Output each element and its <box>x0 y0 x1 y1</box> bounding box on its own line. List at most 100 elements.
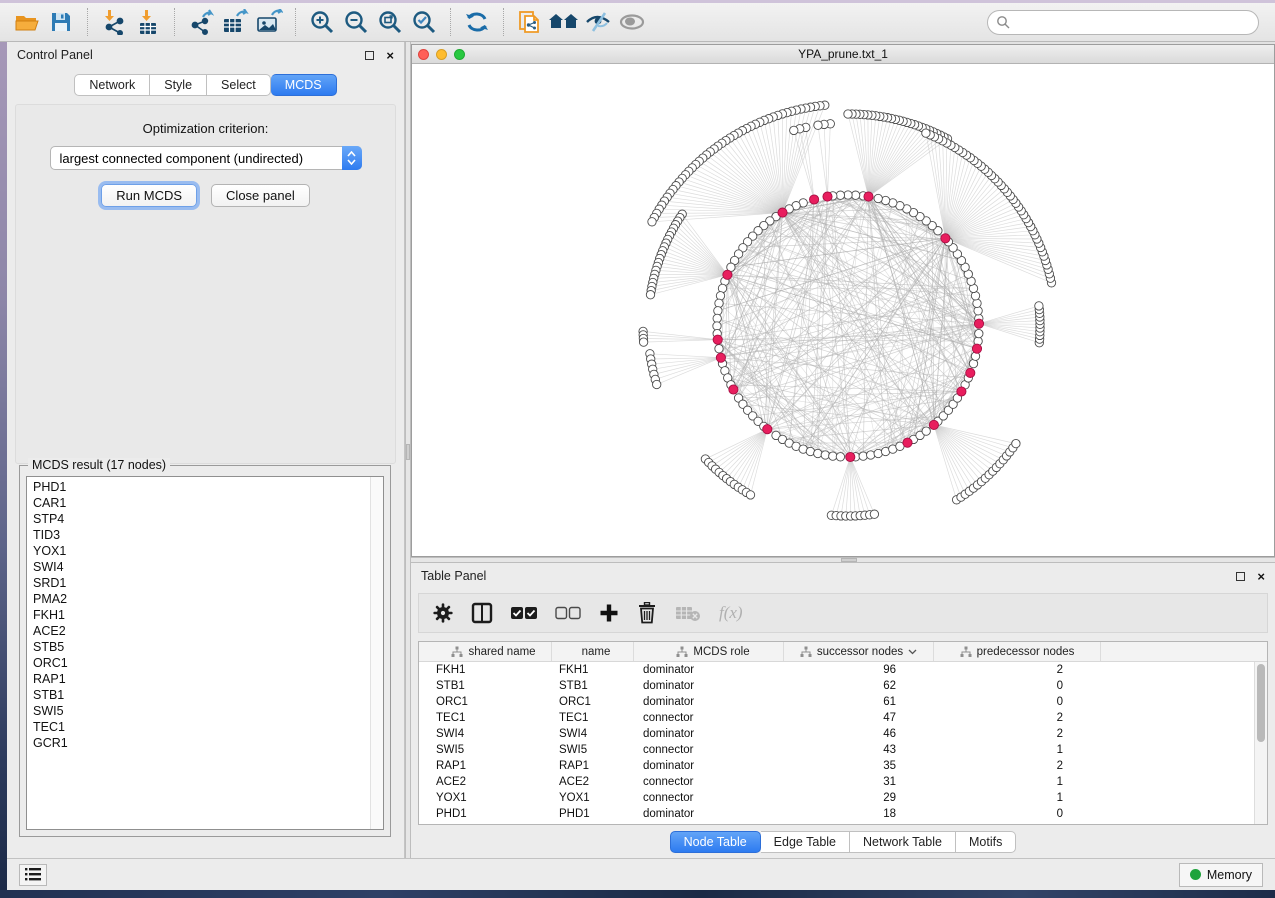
table-toolbar: f(x) <box>418 593 1268 633</box>
delete-row-button[interactable] <box>637 602 657 624</box>
tab-network[interactable]: Network <box>74 74 150 96</box>
table-row[interactable]: YOX1 YOX1 connector 29 1 <box>419 790 1254 806</box>
network-window-titlebar[interactable]: YPA_prune.txt_1 <box>412 45 1274 64</box>
save-session-button[interactable] <box>44 6 78 38</box>
export-image-button[interactable] <box>252 6 286 38</box>
mcds-result-item[interactable]: YOX1 <box>33 543 383 559</box>
mcds-result-item[interactable]: SWI5 <box>33 703 383 719</box>
desktop-wallpaper-bottom <box>0 890 1275 898</box>
column-header-successor-nodes[interactable]: successor nodes <box>784 642 934 661</box>
tab-node-table[interactable]: Node Table <box>670 831 761 853</box>
column-header-predecessor-nodes[interactable]: predecessor nodes <box>934 642 1101 661</box>
table-row[interactable]: SWI5 SWI5 connector 43 1 <box>419 742 1254 758</box>
mcds-result-item[interactable]: PMA2 <box>33 591 383 607</box>
column-header-shared-name[interactable]: shared name <box>419 642 552 661</box>
mcds-result-item[interactable]: RAP1 <box>33 671 383 687</box>
mcds-result-item[interactable]: PHD1 <box>33 479 383 495</box>
import-network-button[interactable] <box>97 6 131 38</box>
tab-select[interactable]: Select <box>207 74 271 96</box>
show-all-button[interactable] <box>615 6 649 38</box>
mcds-result-item[interactable]: TID3 <box>33 527 383 543</box>
search-box[interactable] <box>987 10 1259 35</box>
zoom-selected-button[interactable] <box>407 6 441 38</box>
deselect-all-button[interactable] <box>555 606 581 620</box>
column-namespace-icon <box>960 646 972 658</box>
network-view-window: YPA_prune.txt_1 <box>411 44 1275 557</box>
select-all-button[interactable] <box>511 606 537 620</box>
close-panel-icon[interactable]: × <box>386 49 394 62</box>
network-graph[interactable] <box>412 64 1274 556</box>
tab-mcds[interactable]: MCDS <box>271 74 337 96</box>
column-namespace-icon <box>451 646 463 658</box>
close-panel-button[interactable]: Close panel <box>211 184 310 207</box>
mcds-result-item[interactable]: FKH1 <box>33 607 383 623</box>
import-table-button[interactable] <box>131 6 165 38</box>
column-header-name[interactable]: name <box>552 642 634 661</box>
mcds-result-list[interactable]: PHD1CAR1STP4TID3YOX1SWI4SRD1PMA2FKH1ACE2… <box>26 476 384 830</box>
zoom-in-button[interactable] <box>305 6 339 38</box>
mcds-result-item[interactable]: STP4 <box>33 511 383 527</box>
table-row[interactable]: SWI4 SWI4 dominator 46 2 <box>419 726 1254 742</box>
table-scrollbar-thumb[interactable] <box>1257 664 1265 742</box>
refresh-network-button[interactable] <box>460 6 494 38</box>
search-icon <box>996 15 1011 30</box>
tab-network-table[interactable]: Network Table <box>850 831 956 853</box>
export-table-button[interactable] <box>218 6 252 38</box>
column-namespace-icon <box>676 646 688 658</box>
add-row-button[interactable] <box>599 603 619 623</box>
table-row[interactable]: ORC1 ORC1 dominator 61 0 <box>419 694 1254 710</box>
tab-motifs[interactable]: Motifs <box>956 831 1016 853</box>
open-file-button[interactable] <box>10 6 44 38</box>
column-header-mcds-role[interactable]: MCDS role <box>634 642 784 661</box>
close-panel-icon[interactable]: × <box>1257 570 1265 583</box>
network-canvas[interactable] <box>412 64 1274 556</box>
main-toolbar <box>0 3 1275 42</box>
table-row[interactable]: FKH1 FKH1 dominator 96 2 <box>419 662 1254 678</box>
tab-edge-table[interactable]: Edge Table <box>761 831 850 853</box>
toolbar-separator <box>503 8 504 36</box>
first-neighbors-button[interactable] <box>547 6 581 38</box>
table-row[interactable]: PHD1 PHD1 dominator 18 0 <box>419 806 1254 822</box>
function-builder-button[interactable]: f(x) <box>719 603 743 623</box>
toolbar-separator <box>174 8 175 36</box>
mcds-result-item[interactable]: TEC1 <box>33 719 383 735</box>
task-history-button[interactable] <box>19 864 47 886</box>
control-panel-tabs: Network Style Select MCDS <box>7 74 404 96</box>
show-columns-button[interactable] <box>471 602 493 624</box>
toolbar-separator <box>87 8 88 36</box>
export-network-button[interactable] <box>184 6 218 38</box>
mcds-result-item[interactable]: STB5 <box>33 639 383 655</box>
hide-selected-button[interactable] <box>581 6 615 38</box>
criterion-dropdown[interactable]: largest connected component (undirected) <box>50 146 362 170</box>
zoom-fit-button[interactable] <box>373 6 407 38</box>
float-panel-icon[interactable] <box>365 51 374 60</box>
table-row[interactable]: STB1 STB1 dominator 62 0 <box>419 678 1254 694</box>
network-window-title: YPA_prune.txt_1 <box>412 47 1274 61</box>
desktop-wallpaper-left <box>0 42 7 890</box>
table-row[interactable]: RAP1 RAP1 dominator 35 2 <box>419 758 1254 774</box>
mcds-result-item[interactable]: SRD1 <box>33 575 383 591</box>
column-namespace-icon <box>800 646 812 658</box>
mcds-result-item[interactable]: CAR1 <box>33 495 383 511</box>
mcds-result-item[interactable]: ORC1 <box>33 655 383 671</box>
mcds-list-scrollbar[interactable] <box>370 477 383 829</box>
mcds-result-item[interactable]: STB1 <box>33 687 383 703</box>
mcds-result-item[interactable]: SWI4 <box>33 559 383 575</box>
table-row[interactable]: TEC1 TEC1 connector 47 2 <box>419 710 1254 726</box>
run-mcds-button[interactable]: Run MCDS <box>101 184 197 207</box>
memory-button[interactable]: Memory <box>1179 863 1263 887</box>
table-row[interactable]: ACE2 ACE2 connector 31 1 <box>419 774 1254 790</box>
tab-style[interactable]: Style <box>150 74 207 96</box>
table-settings-button[interactable] <box>433 603 453 623</box>
zoom-out-button[interactable] <box>339 6 373 38</box>
delete-table-button[interactable] <box>675 604 701 622</box>
mcds-result-item[interactable]: GCR1 <box>33 735 383 751</box>
sort-descending-icon <box>908 649 917 655</box>
mcds-result-item[interactable]: ACE2 <box>33 623 383 639</box>
table-scrollbar[interactable] <box>1254 662 1267 824</box>
search-input[interactable] <box>1011 15 1250 29</box>
toolbar-separator <box>295 8 296 36</box>
network-from-selection-button[interactable] <box>513 6 547 38</box>
criterion-value: largest connected component (undirected) <box>51 151 343 166</box>
float-panel-icon[interactable] <box>1236 572 1245 581</box>
